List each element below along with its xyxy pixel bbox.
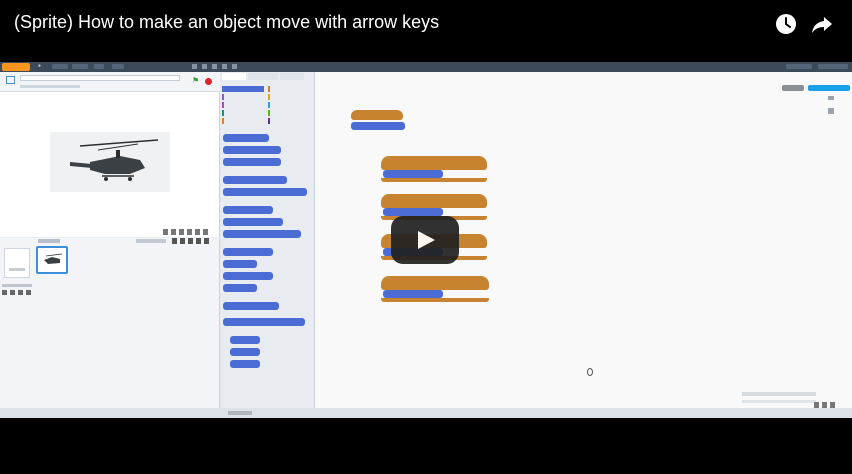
- category-pen: [222, 110, 264, 116]
- block-change-y: [223, 272, 273, 280]
- stage-thumbnail-label: [9, 268, 25, 271]
- block-point-in-direction: [223, 176, 287, 184]
- when-flag-clicked-block: [351, 110, 403, 120]
- share-arrow-icon[interactable]: [810, 12, 834, 36]
- new-sprite-label: [136, 239, 166, 243]
- video-title[interactable]: (Sprite) How to make an object move with…: [14, 12, 439, 33]
- change-y-up-block: [383, 170, 443, 178]
- menu-account: [818, 64, 848, 69]
- category-looks: [222, 94, 264, 100]
- block-set-y: [223, 284, 257, 292]
- scratch-menubar: ●: [0, 62, 852, 72]
- hat-base: [381, 298, 489, 302]
- project-title-field: [20, 75, 180, 81]
- change-x-right-block: [383, 290, 443, 298]
- clock-icon[interactable]: [774, 12, 798, 36]
- category-more-blocks: [268, 118, 310, 124]
- when-key-pressed-right-block: [381, 276, 489, 290]
- block-direction: [230, 360, 260, 368]
- menu-about: [112, 64, 124, 69]
- hat-base: [381, 178, 487, 182]
- tab-sounds: [280, 73, 304, 80]
- play-icon: [418, 231, 435, 249]
- category-control: [268, 94, 310, 100]
- block-set-x: [223, 260, 257, 268]
- block-set-rotation-style: [223, 318, 305, 326]
- block-point-towards: [223, 188, 307, 196]
- stop-icon: [205, 78, 212, 85]
- block-go-to: [223, 218, 283, 226]
- green-flag-icon: ⚑: [192, 76, 200, 85]
- block-go-to-xy: [223, 206, 273, 214]
- sprite-thumbnail: [36, 246, 68, 274]
- when-key-pressed-up-block: [381, 156, 487, 170]
- see-project-page-button: [808, 85, 850, 91]
- block-glide: [223, 230, 301, 238]
- block-change-x: [223, 248, 273, 256]
- category-data: [222, 118, 264, 124]
- block-if-on-edge-bounce: [223, 302, 279, 310]
- stage-controls: [163, 229, 209, 235]
- category-motion: [222, 86, 264, 92]
- tab-scripts: [222, 73, 246, 80]
- menu-file: [52, 64, 68, 69]
- when-key-pressed-down-block: [381, 194, 487, 208]
- menu-tools: [192, 64, 242, 69]
- category-operators: [268, 110, 310, 116]
- script-top-buttons: [782, 85, 850, 91]
- fullscreen-icon: [6, 76, 15, 84]
- tab-costumes: [248, 73, 278, 80]
- new-backdrop-label: [2, 284, 32, 287]
- block-turn-right: [223, 146, 281, 154]
- helicopter-sprite: [50, 132, 170, 192]
- script-area-icons: [828, 96, 834, 114]
- stage-thumbnail: [4, 248, 30, 278]
- block-move-steps: [223, 134, 269, 142]
- menu-edit: [72, 64, 88, 69]
- menu-user: [786, 64, 812, 69]
- stage-area: ⚑: [0, 72, 220, 237]
- block-turn-left: [223, 158, 281, 166]
- title-bar: (Sprite) How to make an object move with…: [0, 0, 852, 60]
- stage-header: ⚑: [0, 72, 220, 92]
- helicopter-thumb-icon: [44, 253, 63, 264]
- scratch-logo: [2, 63, 30, 71]
- new-sprite-tools: [172, 238, 212, 244]
- letterbox-bottom: [0, 418, 852, 474]
- go-to-xy-script-block: [351, 122, 405, 130]
- activate-windows-watermark: [742, 392, 816, 406]
- category-sound: [222, 102, 264, 108]
- sprites-label: [38, 239, 60, 243]
- sprite-pane: [0, 238, 220, 418]
- change-y-down-block: [383, 208, 443, 216]
- palette-tabs: [220, 72, 315, 82]
- menu-tips: [94, 64, 104, 69]
- category-events: [268, 86, 310, 92]
- project-author: [20, 85, 80, 88]
- video-player[interactable]: (Sprite) How to make an object move with…: [0, 0, 852, 474]
- mouse-cursor-icon: [587, 368, 593, 376]
- play-button[interactable]: [391, 216, 459, 264]
- block-y-position: [230, 348, 260, 356]
- share-button: [782, 85, 804, 91]
- backpack-label: [228, 411, 252, 415]
- backpack-bar: [0, 408, 852, 418]
- category-sensing: [268, 102, 310, 108]
- block-palette: [220, 72, 315, 418]
- block-x-position: [230, 336, 260, 344]
- new-backdrop-tools: [2, 290, 32, 295]
- menu-globe-icon: ●: [38, 63, 42, 69]
